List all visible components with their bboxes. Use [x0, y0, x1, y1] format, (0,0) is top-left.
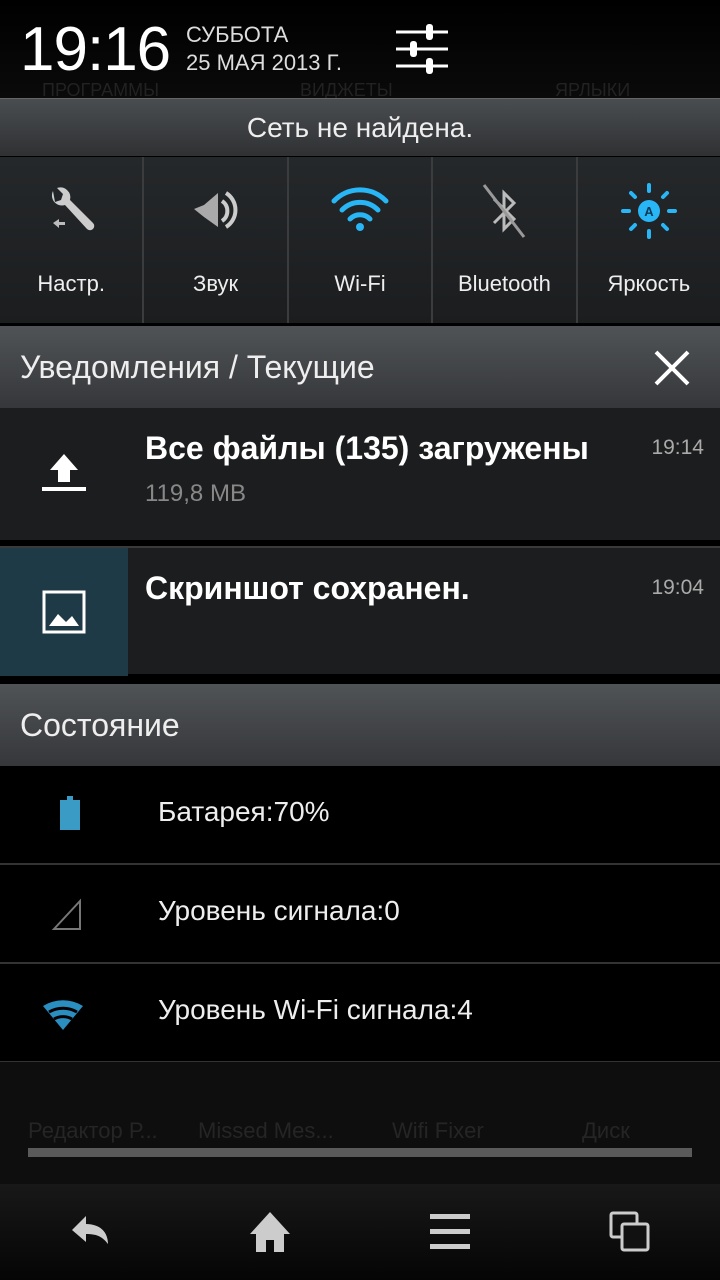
- svg-text:A: A: [644, 204, 654, 219]
- drag-handle[interactable]: [28, 1148, 692, 1157]
- background-app-label: Wifi Fixer: [392, 1118, 484, 1143]
- notification-subtitle: 119,8 MB: [145, 480, 246, 507]
- notifications-title: Уведомления / Текущие: [20, 349, 375, 385]
- quick-setting-settings[interactable]: Настр.: [0, 157, 145, 323]
- signal-icon: [51, 898, 81, 930]
- date: 25 МАЯ 2013 Г.: [186, 50, 342, 75]
- clock: 19:16: [20, 15, 171, 84]
- back-button[interactable]: [0, 1184, 180, 1280]
- speaker-icon: [193, 191, 237, 229]
- wifi-icon: [331, 187, 389, 231]
- notification-title: Все файлы (135) загружены: [145, 430, 589, 466]
- quick-setting-sound[interactable]: Звук: [144, 157, 289, 323]
- menu-button[interactable]: [360, 1184, 540, 1280]
- notification-upload[interactable]: Все файлы (135) загружены 119,8 MB 19:14: [0, 408, 720, 540]
- home-icon: [250, 1212, 290, 1252]
- home-button[interactable]: [180, 1184, 360, 1280]
- navigation-bar: [0, 1184, 720, 1280]
- bluetooth-off-icon: [483, 184, 526, 238]
- network-status: Сеть не найдена.: [0, 98, 720, 156]
- brightness-auto-icon: A: [620, 183, 677, 239]
- recent-apps-icon: [609, 1211, 650, 1252]
- status-header: ПРОГРАММЫ ВИДЖЕТЫ ЯРЛЫКИ 19:16 СУББОТА 2…: [0, 0, 720, 100]
- notifications-header: Уведомления / Текущие: [0, 326, 720, 408]
- battery-icon: [60, 796, 80, 830]
- close-icon[interactable]: [652, 348, 692, 388]
- quick-setting-bluetooth[interactable]: Bluetooth: [433, 157, 578, 323]
- background-app-label: Редактор Р...: [28, 1118, 158, 1143]
- wrench-icon: [52, 187, 95, 231]
- notification-time: 19:14: [651, 436, 704, 459]
- background-app-label: Диск: [582, 1118, 630, 1143]
- quick-setting-wifi[interactable]: Wi-Fi: [288, 157, 434, 323]
- notification-title: Скриншот сохранен.: [145, 570, 470, 606]
- image-icon: [42, 590, 86, 634]
- notification-screenshot[interactable]: Скриншот сохранен. 19:04: [0, 546, 720, 676]
- status-row-battery: Батарея:70%: [0, 766, 720, 865]
- quick-setting-brightness[interactable]: A Яркость: [577, 157, 720, 323]
- wifi-icon: [43, 1000, 83, 1030]
- recent-apps-button[interactable]: [540, 1184, 720, 1280]
- notification-icon-bg: [0, 548, 128, 676]
- status-title: Состояние: [20, 707, 180, 743]
- status-section-header: Состояние: [0, 684, 720, 766]
- menu-icon: [430, 1214, 470, 1249]
- back-icon: [72, 1216, 108, 1244]
- background-app-label: Missed Mes...: [198, 1118, 334, 1143]
- status-row-signal: Уровень сигнала:0: [0, 865, 720, 964]
- quick-settings: Настр. Звук Wi-Fi Bluetooth A Яркость: [0, 157, 720, 323]
- upload-icon: [42, 454, 86, 491]
- settings-sliders-icon[interactable]: [396, 24, 448, 74]
- weekday: СУББОТА: [186, 22, 289, 47]
- notification-time: 19:04: [651, 576, 704, 599]
- status-row-wifi: Уровень Wi-Fi сигнала:4: [0, 964, 720, 1063]
